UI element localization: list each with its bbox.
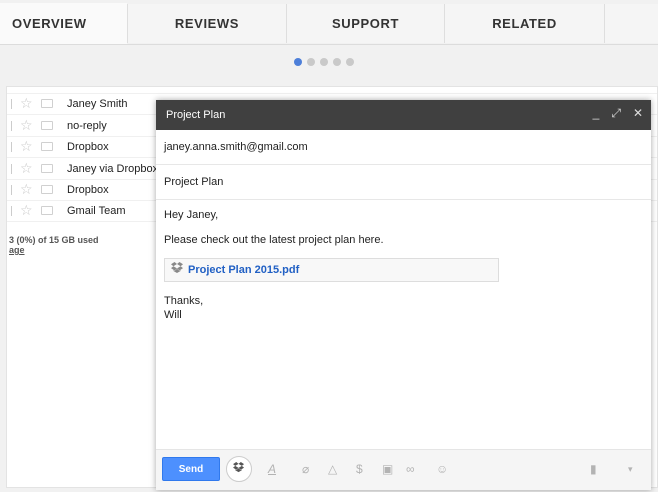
star-icon[interactable]: ☆ [20, 95, 33, 112]
compose-title: Project Plan [166, 109, 226, 121]
signature-text: Will [164, 309, 182, 321]
carousel-dots [294, 58, 354, 66]
storage-usage: 3 (0%) of 15 GB used [9, 235, 99, 245]
label-icon[interactable] [41, 121, 53, 130]
sender-name: Dropbox [67, 140, 109, 153]
star-icon[interactable]: ☆ [20, 117, 33, 134]
message-text: Please check out the latest project plan… [164, 234, 384, 246]
tab-support[interactable]: SUPPORT [286, 4, 444, 43]
compose-window: Project Plan _ ⤢ ✕ janey.anna.smith@gmai… [156, 100, 651, 490]
send-button[interactable]: Send [162, 457, 220, 481]
manage-storage-link[interactable]: age [9, 245, 25, 255]
checkbox[interactable] [7, 120, 12, 131]
trash-icon[interactable]: ▮ [590, 462, 597, 476]
sender-name: no-reply [67, 119, 107, 132]
photo-icon[interactable]: ▣ [382, 462, 393, 476]
checkbox[interactable] [7, 163, 12, 174]
label-icon[interactable] [41, 185, 53, 194]
signoff-text: Thanks, [164, 295, 204, 307]
checkbox[interactable] [7, 184, 12, 195]
star-icon[interactable]: ☆ [20, 138, 33, 155]
label-icon[interactable] [41, 164, 53, 173]
star-icon[interactable]: ☆ [20, 160, 33, 177]
dropbox-icon [171, 262, 184, 278]
attach-icon[interactable]: ⌀ [302, 462, 309, 476]
carousel-dot[interactable] [307, 58, 315, 66]
minimize-icon[interactable]: _ [593, 106, 600, 121]
dropbox-insert-button[interactable] [226, 456, 252, 482]
message-body[interactable]: Hey Janey, Please check out the latest p… [156, 200, 651, 322]
sender-name: Gmail Team [67, 204, 126, 217]
formatting-icon[interactable]: A [268, 462, 276, 476]
checkbox[interactable] [7, 98, 12, 109]
close-icon[interactable]: ✕ [633, 106, 643, 121]
attachment-name: Project Plan 2015.pdf [188, 264, 300, 276]
tab-overflow[interactable] [604, 4, 658, 43]
checkbox[interactable] [7, 141, 12, 152]
dropbox-icon [233, 460, 245, 478]
emoji-icon[interactable]: ☺ [436, 462, 448, 476]
greeting-text: Hey Janey, [164, 209, 219, 221]
money-icon[interactable]: $ [356, 462, 363, 476]
tab-bar: OVERVIEW REVIEWS SUPPORT RELATED [0, 0, 658, 45]
carousel-dot[interactable] [346, 58, 354, 66]
tab-overview[interactable]: OVERVIEW [0, 3, 127, 44]
label-icon[interactable] [41, 142, 53, 151]
compose-toolbar: Send A ⌀ △ $ ▣ ∞ ☺ ▮ ▾ [156, 449, 651, 490]
carousel-dot[interactable] [294, 58, 302, 66]
tab-related[interactable]: RELATED [444, 4, 604, 43]
attachment-chip[interactable]: Project Plan 2015.pdf [164, 258, 499, 282]
compose-header[interactable]: Project Plan _ ⤢ ✕ [156, 100, 651, 130]
carousel-dot[interactable] [320, 58, 328, 66]
sender-name: Janey Smith [67, 97, 128, 110]
carousel-dot[interactable] [333, 58, 341, 66]
sender-name: Janey via Dropbox [67, 162, 159, 175]
label-icon[interactable] [41, 206, 53, 215]
star-icon[interactable]: ☆ [20, 181, 33, 198]
tab-reviews[interactable]: REVIEWS [127, 4, 286, 43]
star-icon[interactable]: ☆ [20, 202, 33, 219]
more-options-icon[interactable]: ▾ [628, 464, 633, 475]
link-icon[interactable]: ∞ [406, 462, 415, 476]
to-field[interactable]: janey.anna.smith@gmail.com [156, 130, 651, 165]
expand-icon[interactable]: ⤢ [611, 106, 621, 121]
sender-name: Dropbox [67, 183, 109, 196]
label-icon[interactable] [41, 99, 53, 108]
subject-field[interactable]: Project Plan [156, 165, 651, 200]
drive-icon[interactable]: △ [328, 462, 337, 476]
checkbox[interactable] [7, 205, 12, 216]
